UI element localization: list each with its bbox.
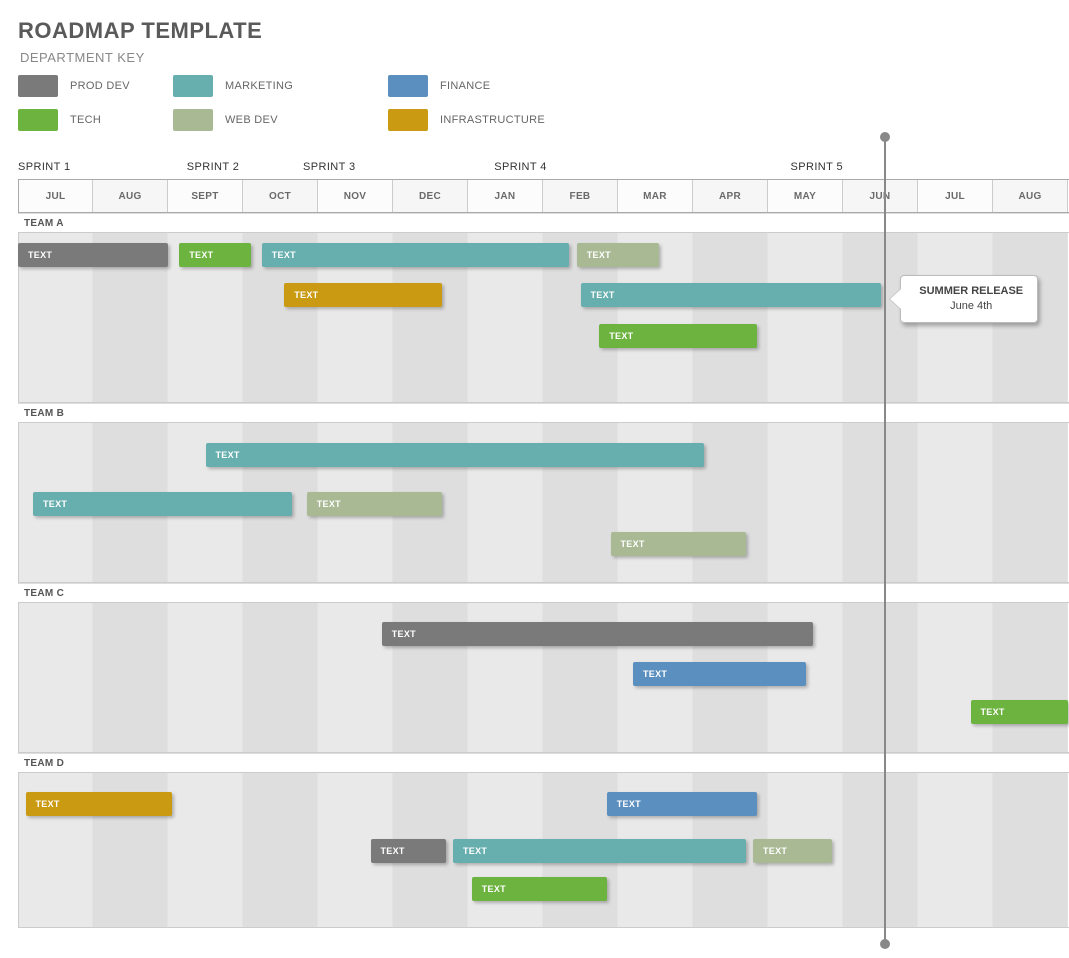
legend-label: MARKETING — [225, 80, 293, 92]
task-bar-tech[interactable]: TEXT — [472, 877, 607, 901]
milestone-title: SUMMER RELEASE — [919, 284, 1023, 299]
month-header: MAY — [768, 180, 843, 212]
month-header: JUL — [918, 180, 993, 212]
sprint-label: SPRINT 3 — [303, 161, 356, 173]
legend-label: FINANCE — [440, 80, 490, 92]
team-label: TEAM B — [18, 403, 1069, 423]
sprint-label: SPRINT 5 — [791, 161, 844, 173]
task-bar-webdev[interactable]: TEXT — [307, 492, 442, 516]
task-bar-marketing[interactable]: TEXT — [33, 492, 292, 516]
task-bar-marketing[interactable]: TEXT — [581, 283, 881, 307]
month-header: JUL — [18, 180, 93, 212]
legend-item-proddev: PROD DEV — [18, 75, 130, 97]
task-bar-tech[interactable]: TEXT — [179, 243, 250, 267]
legend-item-finance: FINANCE — [388, 75, 490, 97]
team-label: TEAM C — [18, 583, 1069, 603]
month-header: JUN — [843, 180, 918, 212]
month-header: NOV — [318, 180, 393, 212]
timeline: SPRINT 1 SPRINT 2 SPRINT 3 SPRINT 4 SPRINT 5… — [18, 161, 1069, 928]
swatch-webdev — [173, 109, 213, 131]
legend-item-webdev: WEB DEV — [173, 109, 278, 131]
month-header: MAR — [618, 180, 693, 212]
month-header: DEC — [393, 180, 468, 212]
legend-row: PROD DEV MARKETING FINANCE — [18, 75, 618, 99]
month-header: AUG — [993, 180, 1068, 212]
task-bar-tech[interactable]: TEXT — [971, 700, 1069, 724]
legend-label: TECH — [70, 114, 101, 126]
swatch-marketing — [173, 75, 213, 97]
month-header: OCT — [243, 180, 318, 212]
task-bar-finance[interactable]: TEXT — [633, 662, 806, 686]
team-body: TEXT TEXT TEXT TEXT — [18, 423, 1069, 583]
legend-heading: DEPARTMENT KEY — [20, 50, 1069, 65]
months-header: JULAUGSEPTOCTNOVDECJANFEBMARAPRMAYJUNJUL… — [18, 179, 1069, 213]
team-label: TEAM D — [18, 753, 1069, 773]
task-bar-marketing[interactable]: TEXT — [206, 443, 705, 467]
sprint-label: SPRINT 4 — [494, 161, 547, 173]
swatch-tech — [18, 109, 58, 131]
legend: PROD DEV MARKETING FINANCE TECH WEB DEV INFRA… — [18, 75, 1069, 143]
sprint-label: SPRINT 2 — [187, 161, 240, 173]
legend-label: WEB DEV — [225, 114, 278, 126]
task-bar-webdev[interactable]: TEXT — [753, 839, 832, 863]
milestone-dot-bottom — [880, 939, 890, 949]
sprint-label: SPRINT 1 — [18, 161, 71, 173]
legend-row: TECH WEB DEV INFRASTRUCTURE — [18, 109, 618, 133]
task-bar-tech[interactable]: TEXT — [599, 324, 757, 348]
swatch-proddev — [18, 75, 58, 97]
task-bar-infra[interactable]: TEXT — [284, 283, 442, 307]
task-bar-proddev[interactable]: TEXT — [382, 622, 813, 646]
legend-item-infra: INFRASTRUCTURE — [388, 109, 545, 131]
legend-item-marketing: MARKETING — [173, 75, 293, 97]
legend-label: PROD DEV — [70, 80, 130, 92]
milestone-date: June 4th — [919, 299, 1023, 314]
milestone-line — [884, 137, 886, 944]
legend-label: INFRASTRUCTURE — [440, 114, 545, 126]
swatch-infra — [388, 109, 428, 131]
month-header: FEB — [543, 180, 618, 212]
legend-item-tech: TECH — [18, 109, 101, 131]
task-bar-proddev[interactable]: TEXT — [371, 839, 446, 863]
month-header: SEPT — [168, 180, 243, 212]
month-header: AUG — [93, 180, 168, 212]
month-header: JAN — [468, 180, 543, 212]
task-bar-webdev[interactable]: TEXT — [611, 532, 746, 556]
milestone-callout: SUMMER RELEASE June 4th — [900, 275, 1038, 323]
task-bar-marketing[interactable]: TEXT — [262, 243, 570, 267]
team-body: TEXT TEXT TEXT — [18, 603, 1069, 753]
sprints-row: SPRINT 1 SPRINT 2 SPRINT 3 SPRINT 4 SPRINT 5 — [18, 161, 1069, 179]
task-bar-finance[interactable]: TEXT — [607, 792, 757, 816]
task-bar-infra[interactable]: TEXT — [26, 792, 172, 816]
page-title: ROADMAP TEMPLATE — [18, 18, 1069, 44]
task-bar-webdev[interactable]: TEXT — [577, 243, 660, 267]
task-bar-proddev[interactable]: TEXT — [18, 243, 168, 267]
team-label: TEAM A — [18, 213, 1069, 233]
task-bar-marketing[interactable]: TEXT — [453, 839, 746, 863]
swatch-finance — [388, 75, 428, 97]
month-header: APR — [693, 180, 768, 212]
